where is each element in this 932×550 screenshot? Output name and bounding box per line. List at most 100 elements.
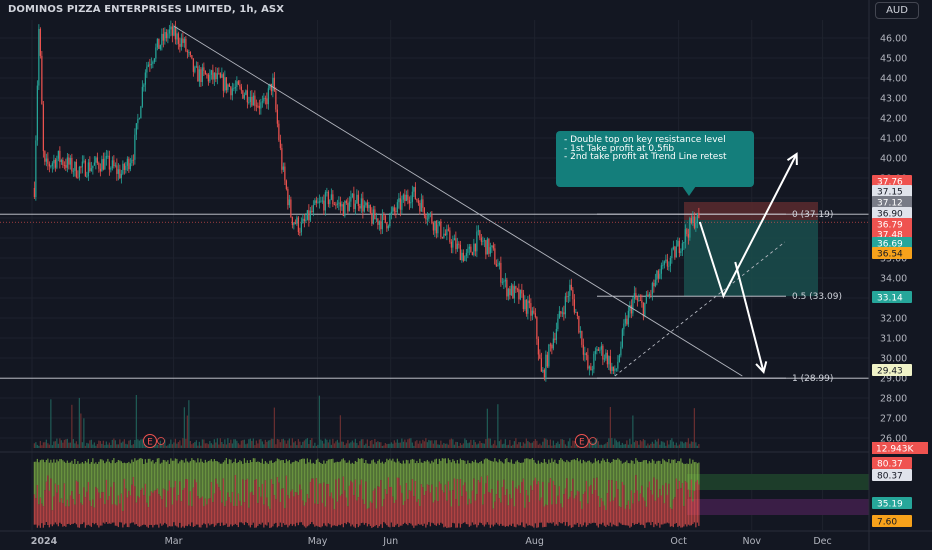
osc-bar-down <box>344 490 346 523</box>
osc-bar-down <box>695 481 697 528</box>
volume-bar <box>615 440 617 448</box>
osc-bar-down <box>207 498 209 524</box>
osc-bar-down <box>503 479 505 526</box>
osc-bar-up <box>668 458 670 484</box>
candle-body <box>623 323 625 330</box>
osc-bar-down <box>296 492 298 523</box>
volume-bar <box>101 443 103 448</box>
candle-body <box>380 221 382 230</box>
osc-bar-down <box>413 496 415 528</box>
candle-body <box>486 238 488 255</box>
osc-bar-down <box>434 500 436 525</box>
osc-bar-up <box>111 460 113 505</box>
candle-body <box>107 155 109 157</box>
candle-body <box>407 194 409 201</box>
volume-bar <box>549 439 551 448</box>
candle-body <box>491 245 493 248</box>
osc-bar-down <box>378 486 380 527</box>
candle-body <box>276 109 278 124</box>
osc-bar-down <box>113 482 115 523</box>
osc-bar-up <box>362 458 364 500</box>
osc-bar-up <box>333 462 335 510</box>
osc-bar-up <box>270 460 272 480</box>
candle-body <box>302 218 304 223</box>
volume-bar <box>462 443 464 448</box>
candle-body <box>306 210 308 220</box>
oscillator-pane <box>0 451 932 528</box>
candle-body <box>224 77 226 91</box>
volume-bar <box>39 440 41 448</box>
chart-canvas[interactable]: 0 (37.19)0.5 (33.09)1 (28.99) EE 46.0045… <box>0 0 932 550</box>
volume-bar <box>96 444 98 448</box>
osc-bar-up <box>578 461 580 492</box>
osc-bar-down <box>588 486 590 524</box>
volume-bar <box>567 441 569 448</box>
candle-body <box>524 299 526 310</box>
candle-body <box>689 218 691 238</box>
volume-bar <box>599 444 601 448</box>
osc-bar-down <box>174 481 176 526</box>
volume-bar <box>476 444 478 448</box>
osc-bar-down <box>471 490 473 523</box>
osc-bar-down <box>192 487 194 527</box>
volume-bar <box>92 444 94 448</box>
osc-bar-down <box>365 481 367 524</box>
candle-body <box>143 84 145 87</box>
osc-bar-up <box>437 463 439 502</box>
osc-bar-down <box>200 497 202 528</box>
candle-body <box>695 223 697 228</box>
osc-bar-down <box>225 500 227 524</box>
osc-bar-up <box>327 459 329 485</box>
osc-bar-down <box>570 491 572 528</box>
volume-bar <box>443 442 445 448</box>
osc-bar-down <box>216 483 218 524</box>
symbol-title[interactable]: DOMINOS PIZZA ENTERPRISES LIMITED, 1h, A… <box>8 4 284 15</box>
candle-body <box>117 169 119 174</box>
candle-body <box>492 245 494 249</box>
volume-bar <box>234 439 236 448</box>
volume-bar <box>545 438 547 448</box>
volume-bar <box>35 442 37 448</box>
candle-body <box>599 349 601 351</box>
volume-bar <box>243 439 245 448</box>
volume-bar <box>530 443 532 448</box>
osc-bar-down <box>624 508 626 526</box>
osc-bar-down <box>342 476 344 528</box>
time-axis[interactable]: 2024 Mar May Jun Aug Oct Nov Dec <box>0 530 932 547</box>
volume-bar <box>120 442 122 448</box>
volume-bar <box>242 440 244 448</box>
volume-bar <box>696 445 698 448</box>
osc-bar-up <box>443 458 445 493</box>
candle-body <box>347 202 349 212</box>
volume-bar <box>504 439 506 448</box>
volume-bar <box>209 440 211 448</box>
osc-bar-down <box>518 485 520 526</box>
osc-bar-down <box>303 505 305 527</box>
annotation-callout[interactable]: - Double top on key resistance level - 1… <box>556 131 754 187</box>
osc-bar-down <box>33 494 35 525</box>
candle-body <box>212 70 214 80</box>
volume-bar <box>690 441 692 448</box>
candle-body <box>557 318 559 329</box>
osc-bar-up <box>324 463 326 507</box>
osc-bar-up <box>320 462 322 484</box>
currency-button[interactable]: AUD <box>875 2 919 19</box>
osc-bar-down <box>164 489 166 523</box>
candle-body <box>335 204 337 206</box>
osc-bar-up <box>458 463 460 506</box>
candle-body <box>68 157 70 165</box>
osc-bar-down <box>152 492 154 528</box>
osc-bar-down <box>669 507 671 527</box>
candle-body <box>588 366 590 369</box>
volume-bar <box>179 440 181 448</box>
osc-bar-down <box>693 491 695 523</box>
candle-body <box>140 106 142 119</box>
osc-bar-down <box>530 485 532 526</box>
price-tick-label: 45.00 <box>880 54 907 65</box>
osc-bar-up <box>152 460 154 493</box>
osc-bar-down <box>392 496 394 527</box>
osc-bar-up <box>617 458 619 490</box>
osc-bar-down <box>171 504 173 527</box>
osc-bar-up <box>411 458 413 480</box>
osc-bar-down <box>197 496 199 525</box>
